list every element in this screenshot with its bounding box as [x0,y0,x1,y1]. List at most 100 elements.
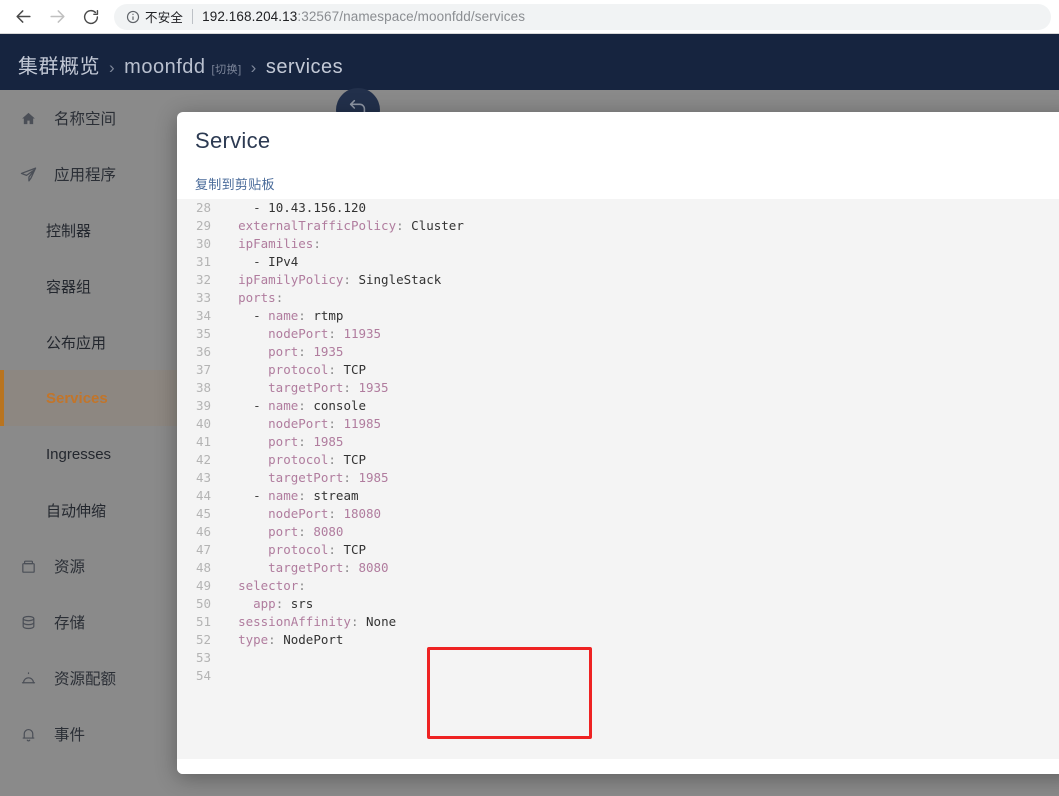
sidebar-item-label: 容器组 [46,278,92,296]
breadcrumb-separator-icon-2: › [250,58,257,77]
line-number: 53 [195,650,211,665]
browser-toolbar: 不安全 192.168.204.13:32567/namespace/moonf… [0,0,1059,34]
app-topbar: 集群概览 › moonfdd [切换] › services [0,34,1059,90]
info-circle-icon[interactable] [126,10,140,24]
line-content: targetPort: 8080 [268,560,389,575]
yaml-code-line: 49 selector: [177,577,1059,595]
sidebar-item-label: 公布应用 [46,334,107,352]
yaml-code-line: 46 port: 8080 [177,523,1059,541]
line-content: nodePort: 18080 [268,506,382,521]
url-text: 192.168.204.13:32567/namespace/moonfdd/s… [202,9,525,24]
sidebar-item-label: 存储 [54,615,86,632]
line-content: sessionAffinity: None [238,614,397,629]
line-number: 32 [195,272,211,287]
database-icon [20,614,44,631]
yaml-code-line: 36 port: 1935 [177,343,1059,361]
yaml-code-line: 28 - 10.43.156.120 [177,199,1059,217]
yaml-code-line: 33 ports: [177,289,1059,307]
line-number: 40 [195,416,211,431]
line-content: protocol: TCP [268,452,367,467]
line-content: protocol: TCP [268,362,367,377]
line-number: 43 [195,470,211,485]
line-content: - IPv4 [253,254,299,269]
bell-icon [20,726,44,743]
breadcrumb-cluster[interactable]: 集群概览 [18,50,100,79]
modal-title: Service [195,128,271,153]
yaml-code-line: 38 targetPort: 1935 [177,379,1059,397]
line-number: 37 [195,362,211,377]
line-number: 30 [195,236,211,251]
line-number: 45 [195,506,211,521]
yaml-code-line: 35 nodePort: 11935 [177,325,1059,343]
omnibox-divider [192,9,194,24]
line-content: port: 1985 [268,434,344,449]
breadcrumb: 集群概览 › moonfdd [切换] › services [18,50,343,79]
bell-dome-icon [20,670,44,687]
breadcrumb-switch-link[interactable]: [切换] [212,61,242,77]
copy-to-clipboard-link[interactable]: 复制到剪贴板 [195,174,275,193]
yaml-code-line: 47 protocol: TCP [177,541,1059,559]
sidebar-item-label: Services [46,389,108,407]
forward-icon[interactable] [40,0,74,34]
line-number: 54 [195,668,211,683]
line-content: app: srs [253,596,314,611]
line-number: 39 [195,398,211,413]
app-viewport: 集群概览 › moonfdd [切换] › services 名称空间 应用程序… [0,34,1059,796]
back-icon[interactable] [6,0,40,34]
line-content: - 10.43.156.120 [253,200,367,215]
line-content: nodePort: 11985 [268,416,382,431]
line-number: 44 [195,488,211,503]
yaml-code-line: 29 externalTrafficPolicy: Cluster [177,217,1059,235]
yaml-code-line: 42 protocol: TCP [177,451,1059,469]
line-content: targetPort: 1935 [268,380,389,395]
line-number: 29 [195,218,211,233]
sidebar-item-label: 资源 [54,559,86,576]
line-number: 33 [195,290,211,305]
sidebar-item-label: Ingresses [46,445,112,463]
sidebar-item-label: 自动伸缩 [46,502,107,520]
line-number: 50 [195,596,211,611]
line-number: 47 [195,542,211,557]
screenshot-root: 不安全 192.168.204.13:32567/namespace/moonf… [0,0,1059,796]
yaml-code-line: 43 targetPort: 1985 [177,469,1059,487]
yaml-code-line: 31 - IPv4 [177,253,1059,271]
yaml-code-line: 45 nodePort: 18080 [177,505,1059,523]
yaml-code-line: 30 ipFamilies: [177,235,1059,253]
sidebar-item-label: 事件 [54,727,86,744]
breadcrumb-current: services [265,56,344,78]
line-number: 36 [195,344,211,359]
line-number: 31 [195,254,211,269]
sidebar-item-label: 应用程序 [54,167,117,184]
line-number: 52 [195,632,211,647]
yaml-code-line: 52 type: NodePort [177,631,1059,649]
address-bar[interactable]: 不安全 192.168.204.13:32567/namespace/moonf… [114,3,1051,30]
yaml-code-line: 50 app: srs [177,595,1059,613]
line-number: 42 [195,452,211,467]
yaml-code-line: 32 ipFamilyPolicy: SingleStack [177,271,1059,289]
line-number: 28 [195,200,211,215]
yaml-code-line: 44 - name: stream [177,487,1059,505]
line-content: ports: [238,290,284,305]
yaml-code-viewer[interactable]: 28 - 10.43.156.120 29 externalTrafficPoli… [177,199,1059,759]
line-content: - name: rtmp [253,308,344,323]
line-content: type: NodePort [238,632,344,647]
sidebar-item-label: 控制器 [46,222,92,240]
line-content: - name: stream [253,488,359,503]
yaml-code-line: 34 - name: rtmp [177,307,1059,325]
service-detail-modal: Service 复制到剪贴板 28 - 10.43.156.120 29 exte… [177,112,1059,774]
line-number: 41 [195,434,211,449]
modal-footer: 编辑 YAML [177,759,1059,774]
security-label: 不安全 [145,11,184,25]
yaml-code-line: 41 port: 1985 [177,433,1059,451]
breadcrumb-namespace[interactable]: moonfdd [124,56,205,79]
yaml-code-line: 53 [177,649,1059,667]
line-content: nodePort: 11935 [268,326,382,341]
line-number: 38 [195,380,211,395]
box-icon [20,558,44,575]
line-content: ipFamilies: [238,236,321,251]
yaml-code-line: 39 - name: console [177,397,1059,415]
yaml-code-line: 51 sessionAffinity: None [177,613,1059,631]
line-number: 46 [195,524,211,539]
reload-icon[interactable] [74,0,108,34]
line-content: targetPort: 1985 [268,470,389,485]
